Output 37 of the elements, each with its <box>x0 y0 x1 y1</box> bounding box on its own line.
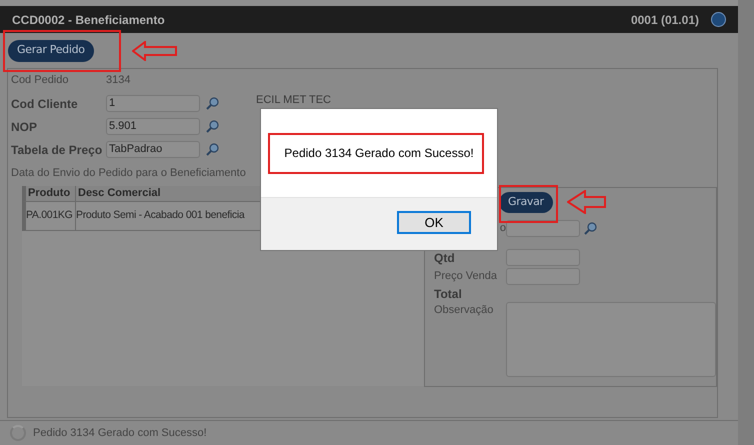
field-label: Observação <box>434 302 494 318</box>
status-message: Pedido 3134 Gerado com Sucesso! <box>33 426 207 441</box>
input-field[interactable] <box>506 220 580 236</box>
field-label: Qtd <box>434 250 456 266</box>
search-icon[interactable] <box>584 222 597 234</box>
field-label: Preço Venda <box>434 269 498 284</box>
input-field[interactable]: 5.901 <box>106 118 200 135</box>
company-code: 0001 (01.01) <box>630 12 699 28</box>
save-button[interactable]: Gravar <box>499 192 553 212</box>
input-field[interactable]: 1 <box>106 95 200 112</box>
input-field[interactable]: TabPadrao <box>106 141 200 158</box>
help-icon[interactable] <box>711 12 726 27</box>
table-cell: PA.001KG <box>26 202 76 230</box>
search-icon[interactable] <box>206 97 219 110</box>
arrow-icon <box>132 41 178 61</box>
window-title: CCD0002 - Beneficiamento <box>12 12 165 28</box>
spinner-icon <box>10 425 26 441</box>
client-name: ECIL MET TEC <box>256 93 331 108</box>
search-icon[interactable] <box>206 143 219 156</box>
dialog-message: Pedido 3134 Gerado com Sucesso! <box>284 145 474 162</box>
observation-field[interactable] <box>506 302 716 376</box>
input-field[interactable] <box>506 268 580 285</box>
arrow-icon <box>567 190 607 214</box>
search-icon[interactable] <box>206 120 219 133</box>
field-label: Tabela de Preço <box>11 142 104 158</box>
input-field[interactable] <box>506 249 580 266</box>
field-label: Total <box>434 286 463 303</box>
column-header: Produto <box>26 186 76 200</box>
field-label: Cod Cliente <box>11 96 79 112</box>
highlight-box <box>499 185 558 223</box>
scrollbar[interactable] <box>738 0 754 445</box>
field-label: Cod Pedido <box>11 73 70 88</box>
field-value: 3134 <box>106 73 130 88</box>
form-note: Data do Envio do Pedido para o Beneficiamento <box>11 166 247 181</box>
ok-button[interactable]: OK <box>397 211 471 234</box>
generate-order-button[interactable]: Gerar Pedido <box>8 40 94 62</box>
field-label: NOP <box>11 118 38 136</box>
